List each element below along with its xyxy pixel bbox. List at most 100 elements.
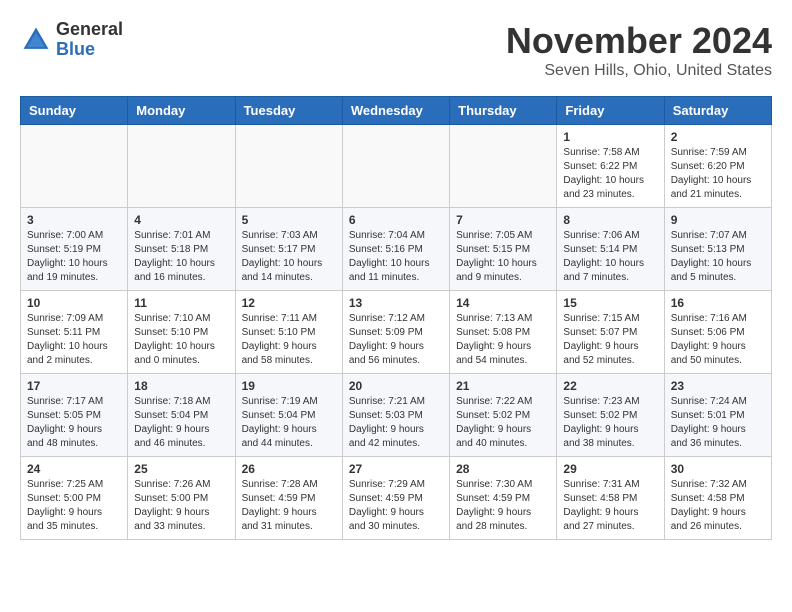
day-number: 15 [563,296,657,310]
day-number: 12 [242,296,336,310]
day-number: 29 [563,462,657,476]
calendar-cell: 22 Sunrise: 7:23 AM Sunset: 5:02 PM Dayli… [557,374,664,457]
day-number: 13 [349,296,443,310]
calendar-cell: 26 Sunrise: 7:28 AM Sunset: 4:59 PM Dayli… [235,457,342,540]
day-info: Sunrise: 7:11 AM Sunset: 5:10 PM Dayligh… [242,312,336,368]
title-block: November 2024 Seven Hills, Ohio, United … [506,20,772,80]
day-number: 1 [563,130,657,144]
month-title: November 2024 [506,20,772,62]
calendar-week-row: 24 Sunrise: 7:25 AM Sunset: 5:00 PM Dayli… [21,457,772,540]
day-info: Sunrise: 7:01 AM Sunset: 5:18 PM Dayligh… [134,229,228,285]
calendar-week-row: 3Sunrise: 7:00 AM Sunset: 5:19 PM Daylig… [21,208,772,291]
day-info: Sunrise: 7:09 AM Sunset: 5:11 PM Dayligh… [27,312,121,368]
day-number: 22 [563,379,657,393]
day-of-week-header: Friday [557,97,664,125]
day-info: Sunrise: 7:18 AM Sunset: 5:04 PM Dayligh… [134,395,228,451]
calendar-cell: 10 Sunrise: 7:09 AM Sunset: 5:11 PM Dayli… [21,291,128,374]
day-number: 30 [671,462,765,476]
day-number: 10 [27,296,121,310]
calendar-cell: 27 Sunrise: 7:29 AM Sunset: 4:59 PM Dayli… [342,457,449,540]
day-info: Sunrise: 7:04 AM Sunset: 5:16 PM Dayligh… [349,229,443,285]
calendar-cell: 12 Sunrise: 7:11 AM Sunset: 5:10 PM Dayli… [235,291,342,374]
calendar-cell: 9 Sunrise: 7:07 AM Sunset: 5:13 PM Daylig… [664,208,771,291]
calendar-cell: 17 Sunrise: 7:17 AM Sunset: 5:05 PM Dayli… [21,374,128,457]
day-info: Sunrise: 7:19 AM Sunset: 5:04 PM Dayligh… [242,395,336,451]
calendar-cell: 14Sunrise: 7:13 AM Sunset: 5:08 PM Dayli… [450,291,557,374]
day-of-week-header: Sunday [21,97,128,125]
day-info: Sunrise: 7:05 AM Sunset: 5:15 PM Dayligh… [456,229,550,285]
calendar-week-row: 17 Sunrise: 7:17 AM Sunset: 5:05 PM Dayli… [21,374,772,457]
calendar-cell: 18 Sunrise: 7:18 AM Sunset: 5:04 PM Dayli… [128,374,235,457]
day-info: Sunrise: 7:17 AM Sunset: 5:05 PM Dayligh… [27,395,121,451]
day-info: Sunrise: 7:23 AM Sunset: 5:02 PM Dayligh… [563,395,657,451]
calendar-table: SundayMondayTuesdayWednesdayThursdayFrid… [20,96,772,540]
day-info: Sunrise: 7:29 AM Sunset: 4:59 PM Dayligh… [349,478,443,534]
day-info: Sunrise: 7:10 AM Sunset: 5:10 PM Dayligh… [134,312,228,368]
day-number: 28 [456,462,550,476]
calendar-cell: 6Sunrise: 7:04 AM Sunset: 5:16 PM Daylig… [342,208,449,291]
day-info: Sunrise: 7:16 AM Sunset: 5:06 PM Dayligh… [671,312,765,368]
calendar-header-row: SundayMondayTuesdayWednesdayThursdayFrid… [21,97,772,125]
day-info: Sunrise: 7:07 AM Sunset: 5:13 PM Dayligh… [671,229,765,285]
day-number: 18 [134,379,228,393]
calendar-cell: 30 Sunrise: 7:32 AM Sunset: 4:58 PM Dayli… [664,457,771,540]
day-info: Sunrise: 7:21 AM Sunset: 5:03 PM Dayligh… [349,395,443,451]
calendar-cell [342,125,449,208]
logo-general: General [56,20,123,40]
logo-blue: Blue [56,40,123,60]
day-number: 16 [671,296,765,310]
calendar-cell: 25Sunrise: 7:26 AM Sunset: 5:00 PM Dayli… [128,457,235,540]
day-info: Sunrise: 7:28 AM Sunset: 4:59 PM Dayligh… [242,478,336,534]
calendar-cell: 23Sunrise: 7:24 AM Sunset: 5:01 PM Dayli… [664,374,771,457]
day-info: Sunrise: 7:32 AM Sunset: 4:58 PM Dayligh… [671,478,765,534]
day-number: 25 [134,462,228,476]
day-number: 20 [349,379,443,393]
day-number: 8 [563,213,657,227]
day-number: 19 [242,379,336,393]
calendar-cell: 5 Sunrise: 7:03 AM Sunset: 5:17 PM Daylig… [235,208,342,291]
day-info: Sunrise: 7:59 AM Sunset: 6:20 PM Dayligh… [671,146,765,202]
calendar-cell: 13 Sunrise: 7:12 AM Sunset: 5:09 PM Dayli… [342,291,449,374]
calendar-week-row: 1 Sunrise: 7:58 AM Sunset: 6:22 PM Daylig… [21,125,772,208]
day-info: Sunrise: 7:30 AM Sunset: 4:59 PM Dayligh… [456,478,550,534]
day-info: Sunrise: 7:03 AM Sunset: 5:17 PM Dayligh… [242,229,336,285]
calendar-cell [450,125,557,208]
day-of-week-header: Monday [128,97,235,125]
calendar-cell: 16 Sunrise: 7:16 AM Sunset: 5:06 PM Dayli… [664,291,771,374]
calendar-cell: 24 Sunrise: 7:25 AM Sunset: 5:00 PM Dayli… [21,457,128,540]
calendar-cell [128,125,235,208]
day-number: 3 [27,213,121,227]
calendar-cell: 3Sunrise: 7:00 AM Sunset: 5:19 PM Daylig… [21,208,128,291]
day-info: Sunrise: 7:31 AM Sunset: 4:58 PM Dayligh… [563,478,657,534]
day-info: Sunrise: 7:12 AM Sunset: 5:09 PM Dayligh… [349,312,443,368]
day-number: 14 [456,296,550,310]
calendar-week-row: 10 Sunrise: 7:09 AM Sunset: 5:11 PM Dayli… [21,291,772,374]
page-header: General Blue November 2024 Seven Hills, … [20,20,772,80]
day-number: 27 [349,462,443,476]
day-of-week-header: Thursday [450,97,557,125]
calendar-cell: 11Sunrise: 7:10 AM Sunset: 5:10 PM Dayli… [128,291,235,374]
calendar-cell: 4 Sunrise: 7:01 AM Sunset: 5:18 PM Daylig… [128,208,235,291]
day-of-week-header: Tuesday [235,97,342,125]
day-number: 5 [242,213,336,227]
day-number: 26 [242,462,336,476]
day-number: 7 [456,213,550,227]
day-info: Sunrise: 7:25 AM Sunset: 5:00 PM Dayligh… [27,478,121,534]
day-number: 4 [134,213,228,227]
day-info: Sunrise: 7:24 AM Sunset: 5:01 PM Dayligh… [671,395,765,451]
day-info: Sunrise: 7:06 AM Sunset: 5:14 PM Dayligh… [563,229,657,285]
day-number: 17 [27,379,121,393]
calendar-cell: 2Sunrise: 7:59 AM Sunset: 6:20 PM Daylig… [664,125,771,208]
day-info: Sunrise: 7:58 AM Sunset: 6:22 PM Dayligh… [563,146,657,202]
location-subtitle: Seven Hills, Ohio, United States [506,62,772,80]
day-number: 24 [27,462,121,476]
calendar-cell: 29 Sunrise: 7:31 AM Sunset: 4:58 PM Dayli… [557,457,664,540]
logo-text: General Blue [56,20,123,60]
logo: General Blue [20,20,123,60]
calendar-cell: 1 Sunrise: 7:58 AM Sunset: 6:22 PM Daylig… [557,125,664,208]
calendar-cell: 21Sunrise: 7:22 AM Sunset: 5:02 PM Dayli… [450,374,557,457]
day-number: 9 [671,213,765,227]
logo-icon [20,24,52,56]
calendar-cell: 15Sunrise: 7:15 AM Sunset: 5:07 PM Dayli… [557,291,664,374]
calendar-cell: 28 Sunrise: 7:30 AM Sunset: 4:59 PM Dayli… [450,457,557,540]
